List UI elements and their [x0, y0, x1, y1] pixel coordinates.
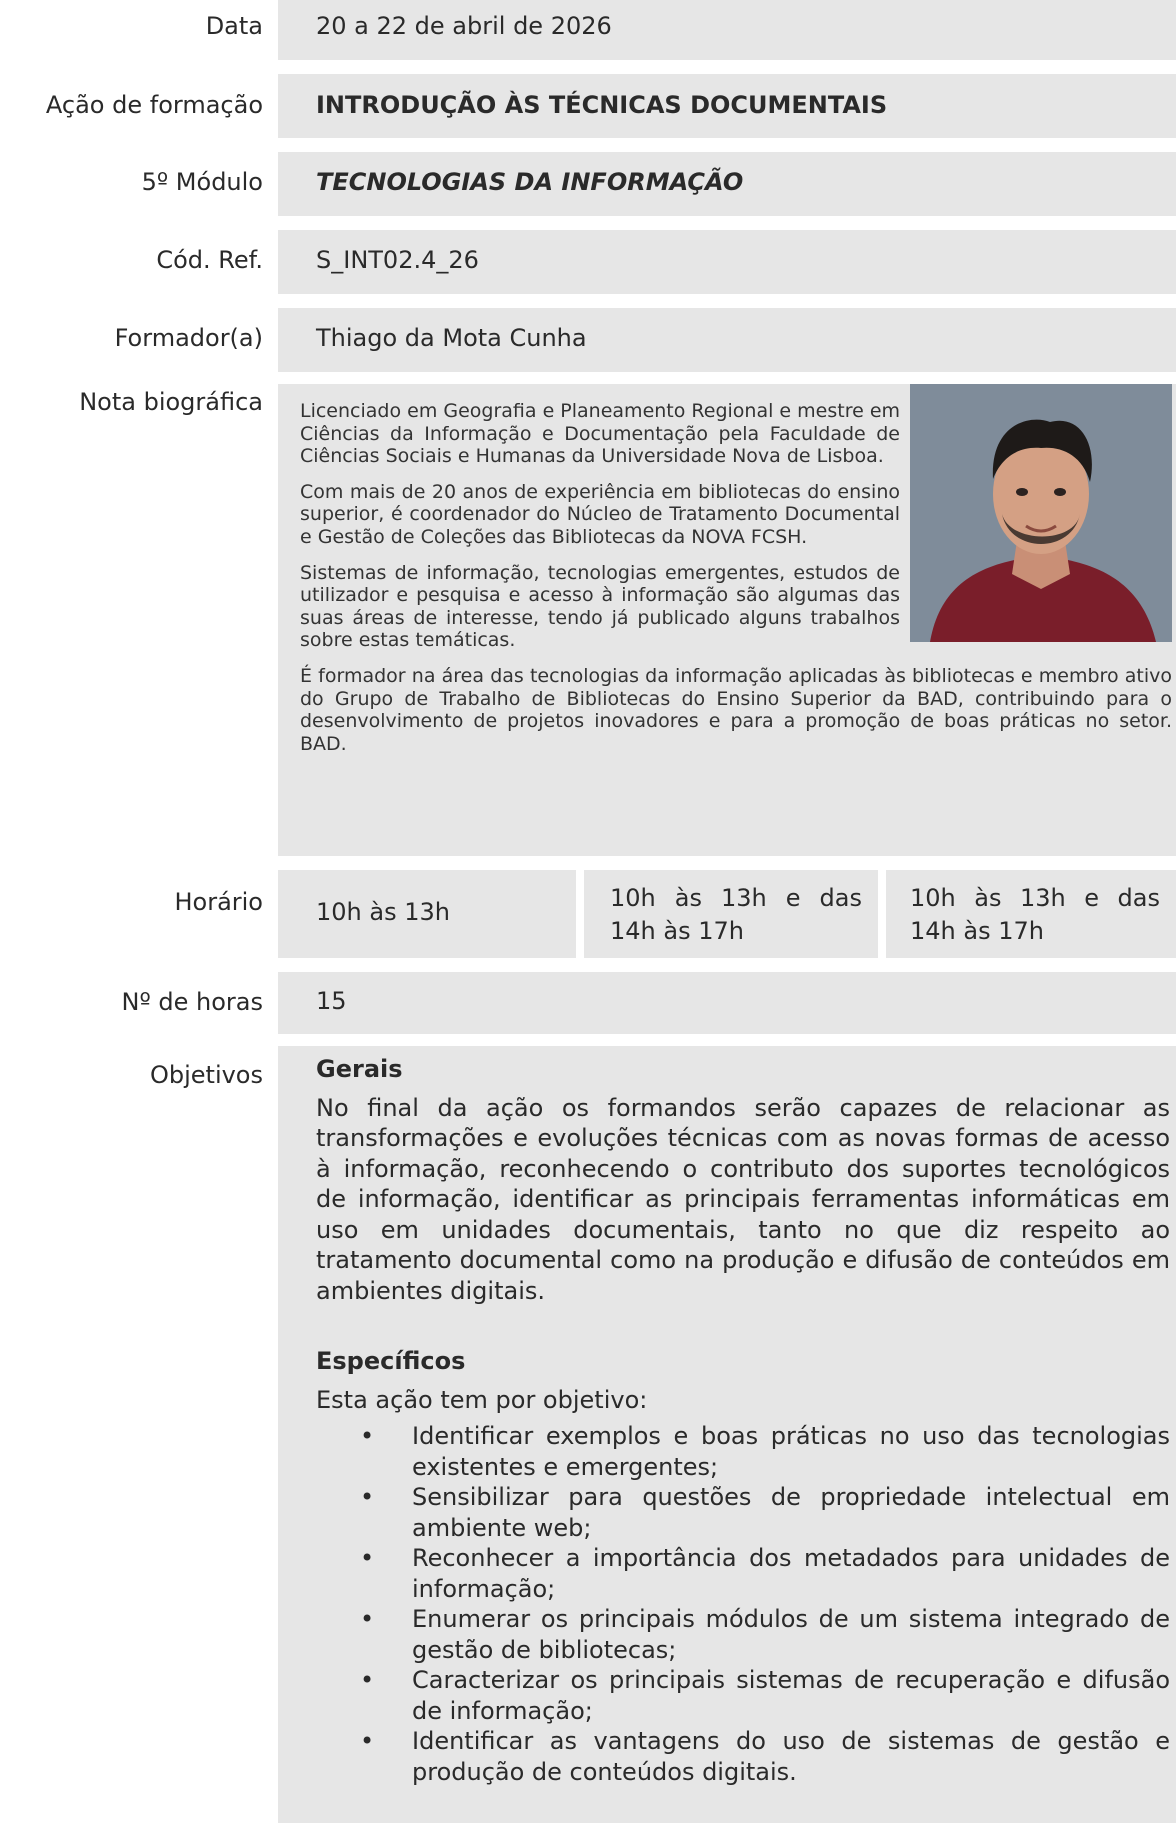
field-modulo: TECNOLOGIAS DA INFORMAÇÃO — [278, 152, 1176, 216]
field-cod: S_INT02.4_26 — [278, 230, 1176, 294]
especificos-intro: Esta ação tem por objetivo: — [316, 1385, 648, 1414]
label-cod: Cód. Ref. — [156, 246, 263, 274]
bullet-icon: • — [360, 1727, 375, 1755]
horario-day-1-text: 10h às 13h — [316, 898, 450, 926]
label-modulo: 5º Módulo — [141, 168, 263, 196]
list-item: • Identificar as vantagens do uso de sist… — [360, 1726, 1170, 1787]
value-cod: S_INT02.4_26 — [316, 246, 479, 274]
label-objetivos: Objetivos — [149, 1061, 263, 1089]
label-formador: Formador(a) — [114, 324, 263, 352]
list-item: • Identificar exemplos e boas práticas no… — [360, 1421, 1170, 1482]
horario-day-2: 10h às 13h e das 14h às 17h — [584, 870, 878, 958]
label-nota: Nota biográfica — [79, 388, 263, 416]
field-acao: INTRODUÇÃO ÀS TÉCNICAS DOCUMENTAIS — [278, 74, 1176, 138]
value-modulo: TECNOLOGIAS DA INFORMAÇÃO — [316, 168, 744, 196]
list-item: • Enumerar os principais módulos de um si… — [360, 1604, 1170, 1665]
value-horas: 15 — [316, 987, 347, 1015]
horario-day-3-text: 10h às 13h e das 14h às 17h — [910, 884, 1160, 945]
horario-row: 10h às 13h 10h às 13h e das 14h às 17h 1… — [278, 870, 1176, 958]
horario-day-1: 10h às 13h — [278, 870, 576, 958]
list-item: • Caracterizar os principais sistemas de … — [360, 1665, 1170, 1726]
bullet-icon: • — [360, 1666, 375, 1694]
label-horario: Horário — [174, 888, 263, 916]
list-item-text: Identificar as vantagens do uso de siste… — [412, 1727, 1170, 1786]
field-formador: Thiago da Mota Cunha — [278, 308, 1176, 372]
list-item-text: Enumerar os principais módulos de um sis… — [412, 1605, 1170, 1664]
bullet-icon: • — [360, 1605, 375, 1633]
list-item-text: Sensibilizar para questões de propriedad… — [412, 1483, 1170, 1542]
field-horas: 15 — [278, 972, 1176, 1034]
value-acao: INTRODUÇÃO ÀS TÉCNICAS DOCUMENTAIS — [316, 91, 888, 119]
list-item: • Reconhecer a importância dos metadados … — [360, 1543, 1170, 1604]
especificos-list: • Identificar exemplos e boas práticas no… — [316, 1421, 1170, 1787]
list-item-text: Caracterizar os principais sistemas de r… — [412, 1666, 1170, 1725]
field-data: 20 a 22 de abril de 2026 — [278, 0, 1176, 60]
field-objetivos: Gerais No final da ação os formandos ser… — [278, 1046, 1176, 1823]
gerais-text: No final da ação os formandos serão capa… — [316, 1093, 1170, 1305]
gerais-heading: Gerais — [316, 1055, 403, 1083]
value-data: 20 a 22 de abril de 2026 — [316, 12, 612, 40]
bullet-icon: • — [360, 1483, 375, 1511]
bullet-icon: • — [360, 1422, 375, 1450]
horario-day-3: 10h às 13h e das 14h às 17h — [886, 870, 1176, 958]
list-item-text: Identificar exemplos e boas práticas no … — [412, 1422, 1170, 1481]
field-nota: Licenciado em Geografia e Planeamento Re… — [278, 384, 1176, 856]
objetivos-content: Gerais No final da ação os formandos ser… — [316, 1054, 1170, 1787]
value-formador: Thiago da Mota Cunha — [316, 324, 587, 352]
list-item: • Sensibilizar para questões de proprieda… — [360, 1482, 1170, 1543]
label-horas: Nº de horas — [121, 988, 264, 1016]
bullet-icon: • — [360, 1544, 375, 1572]
horario-day-2-text: 10h às 13h e das 14h às 17h — [610, 884, 862, 945]
bio-paragraph: É formador na área das tecnologias da in… — [300, 664, 1172, 755]
especificos-heading: Específicos — [316, 1347, 466, 1375]
list-item-text: Reconhecer a importância dos metadados p… — [412, 1544, 1170, 1603]
bio-text: Licenciado em Geografia e Planeamento Re… — [300, 400, 1172, 768]
label-data: Data — [205, 12, 263, 40]
label-acao: Ação de formação — [45, 91, 263, 119]
